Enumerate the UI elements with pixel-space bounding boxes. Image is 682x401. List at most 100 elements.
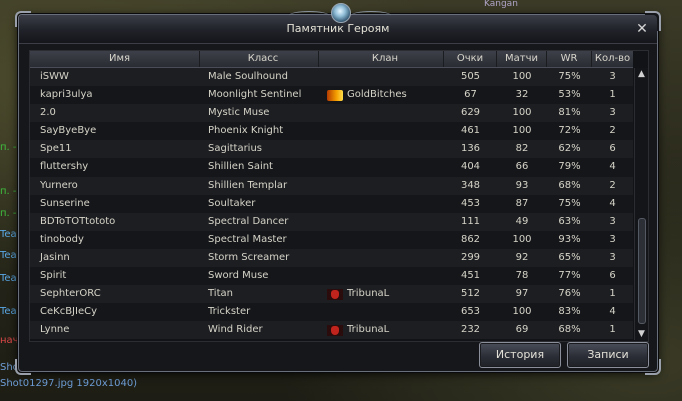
table-header: Имя Класс Клан Очки Матчи WR Кол-во: [30, 51, 633, 68]
cell-count: 1: [609, 89, 616, 101]
cell-matches: 93: [515, 179, 529, 191]
cell-class: Phoenix Knight: [208, 125, 284, 137]
cell-points: 629: [460, 107, 481, 119]
dialog-titlebar[interactable]: Памятник Героям ✕: [19, 3, 657, 44]
table-row[interactable]: Sunserine Soultaker 453 87 75% 4: [30, 194, 633, 213]
cell-class: Mystic Muse: [208, 107, 270, 119]
column-header-name[interactable]: Имя: [30, 51, 200, 67]
cell-clan: [319, 122, 444, 140]
cell-class: Shillien Templar: [208, 179, 288, 191]
column-header-wr[interactable]: WR: [547, 51, 592, 67]
cell-wr: 65%: [558, 251, 581, 263]
cell-count: 4: [609, 197, 616, 209]
cell-points: 299: [460, 251, 481, 263]
cell-wr: 83%: [558, 306, 581, 318]
cell-clan: [319, 68, 444, 86]
cell-count: 1: [609, 324, 616, 336]
cell-points: 862: [460, 233, 481, 245]
cell-wr: 79%: [558, 161, 581, 173]
cell-points: 453: [460, 197, 481, 209]
cell-clan: [319, 249, 444, 267]
hero-monument-dialog: Памятник Героям ✕ Имя Класс Клан Очки Ма…: [15, 3, 661, 375]
cell-name: tinobody: [40, 233, 84, 245]
clan-name: TribunaL: [347, 288, 390, 300]
chevron-up-icon: ▲: [638, 69, 645, 79]
close-button[interactable]: ✕: [635, 22, 649, 36]
column-header-class[interactable]: Класс: [200, 51, 319, 67]
table-row[interactable]: SayByeBye Phoenix Knight 461 100 72% 2: [30, 122, 633, 141]
cell-class: Sagittarius: [208, 143, 263, 155]
history-button[interactable]: История: [479, 342, 561, 368]
table-row[interactable]: Jasinn Storm Screamer 299 92 65% 3: [30, 248, 633, 268]
cell-wr: 63%: [558, 215, 581, 227]
cell-name: CeKcBJIeCy: [40, 306, 98, 318]
cell-points: 67: [464, 89, 477, 101]
cell-wr: 76%: [558, 288, 581, 300]
cell-clan: GoldBitches: [319, 86, 444, 104]
table-row[interactable]: iSWW Male Soulhound 505 100 75% 3: [30, 68, 633, 87]
cell-clan: [319, 267, 444, 285]
cell-clan: [319, 140, 444, 158]
cell-wr: 68%: [558, 324, 581, 336]
cell-name: 2.0: [40, 107, 56, 119]
cell-name: fluttershy: [40, 161, 89, 173]
table-row[interactable]: Yurnero Shillien Templar 348 93 68% 2: [30, 176, 633, 195]
clan-crest-icon: [327, 89, 343, 101]
cell-clan: [319, 303, 444, 321]
table-row[interactable]: BDToTOTtototo Spectral Dancer 111 49 63% 3: [30, 212, 633, 231]
column-header-count[interactable]: Кол-во: [592, 51, 633, 67]
cell-count: 4: [609, 161, 616, 173]
column-header-matches[interactable]: Матчи: [497, 51, 547, 67]
cell-matches: 100: [512, 306, 532, 318]
cell-name: Spe11: [40, 143, 72, 155]
cell-matches: 32: [515, 89, 529, 101]
chevron-down-icon: ▼: [638, 329, 645, 339]
table-row[interactable]: tinobody Spectral Master 862 100 93% 3: [30, 230, 633, 249]
cell-class: Male Soulhound: [208, 71, 288, 82]
cell-clan: [319, 231, 444, 249]
scroll-up-button[interactable]: ▲: [635, 68, 648, 80]
cell-matches: 92: [515, 251, 529, 263]
cell-name: iSWW: [40, 71, 69, 82]
cell-class: Trickster: [208, 306, 251, 318]
clan-crest-icon: [327, 288, 343, 300]
cell-wr: 77%: [558, 270, 581, 282]
cell-count: 4: [609, 306, 616, 318]
column-header-points[interactable]: Очки: [444, 51, 497, 67]
scrollbar-thumb[interactable]: [638, 218, 646, 324]
cell-name: BDToTOTtototo: [40, 215, 116, 227]
table-row[interactable]: fluttershy Shillien Saint 404 66 79% 4: [30, 158, 633, 177]
records-button[interactable]: Записи: [567, 342, 649, 368]
cell-count: 3: [609, 215, 616, 227]
close-icon: ✕: [636, 21, 648, 37]
column-header-clan[interactable]: Клан: [319, 51, 444, 67]
cell-count: 2: [609, 125, 616, 137]
cell-name: Yurnero: [40, 179, 78, 191]
scrollbar[interactable]: ▲ ▼: [634, 68, 648, 340]
table-row[interactable]: kapri3ulya Moonlight Sentinel GoldBitches 6…: [30, 86, 633, 105]
character-name-fragment: Kangan: [484, 0, 518, 9]
table-row[interactable]: Spe11 Sagittarius 136 82 62% 6: [30, 140, 633, 159]
cell-class: Sword Muse: [208, 270, 269, 282]
cell-matches: 97: [515, 288, 529, 300]
table-body: iSWW Male Soulhound 505 100 75% 3 kapri3ulya Mo…: [30, 68, 633, 340]
scroll-down-button[interactable]: ▼: [635, 328, 648, 340]
cell-wr: 81%: [558, 107, 581, 119]
cell-class: Soultaker: [208, 197, 256, 209]
table-row[interactable]: 2.0 Mystic Muse 629 100 81% 3: [30, 104, 633, 123]
frame-corner: [15, 359, 31, 375]
cell-count: 3: [609, 71, 616, 82]
cell-wr: 53%: [558, 89, 581, 101]
table-row[interactable]: Spirit Sword Muse 451 78 77% 6: [30, 267, 633, 286]
cell-points: 232: [460, 324, 481, 336]
table-row[interactable]: CeKcBJIeCy Trickster 653 100 83% 4: [30, 303, 633, 322]
table-row[interactable]: Lynne Wind Rider TribunaL 232 69 68% 1: [30, 321, 633, 340]
cell-wr: 68%: [558, 179, 581, 191]
table-row[interactable]: SephterORC Titan TribunaL 512 97 76% 1: [30, 285, 633, 304]
cell-class: Shillien Saint: [208, 161, 273, 173]
cell-clan: [319, 195, 444, 213]
cell-matches: 100: [512, 125, 532, 137]
cell-points: 348: [460, 179, 481, 191]
cell-count: 3: [609, 251, 616, 263]
cell-clan: [319, 177, 444, 195]
